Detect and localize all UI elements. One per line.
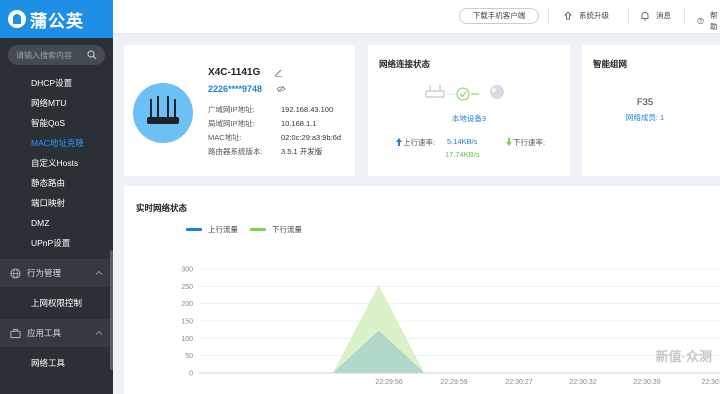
router-icon (147, 96, 179, 124)
upload-arrow-icon (396, 138, 402, 146)
x-tick-label: 22:29:56 (375, 379, 402, 386)
device-info-card: X4C-1141G 2226****9748 广域网IP地址: 192.168.4… (124, 45, 355, 176)
mesh-network-card: 智能组网 F35 网络成员: 1 (582, 45, 720, 176)
nav-item-dhcp[interactable]: DHCP设置 (0, 73, 113, 93)
search-icon[interactable] (87, 50, 97, 60)
internet-globe-icon (490, 85, 504, 99)
connection-diagram (425, 85, 504, 101)
nav-item-static-route[interactable]: 静态路由 (0, 173, 113, 193)
section-label: 应用工具 (27, 328, 62, 338)
router-image (133, 83, 193, 143)
help-icon (697, 17, 704, 25)
x-tick-label: 22:30:3 (701, 379, 720, 386)
mesh-members-link[interactable]: 网络成员: 1 (582, 112, 708, 123)
top-bar: 下载手机客户端 系统升级 消息 帮助 (113, 0, 720, 34)
info-row-version: 路由器系统版本: 3.5.1 开发版 (208, 147, 323, 156)
mesh-network-name: F35 (636, 97, 654, 108)
device-name: X4C-1141G (208, 67, 261, 78)
local-device-link[interactable]: 本地设备3 (368, 113, 570, 124)
upgrade-label: 系统升级 (579, 11, 609, 20)
mesh-title: 智能组网 (593, 59, 628, 69)
series-area-1 (199, 286, 694, 373)
briefcase-icon (10, 328, 21, 338)
y-tick-label: 100 (181, 336, 193, 343)
y-tick-label: 0 (189, 371, 193, 378)
device-serial: 2226****9748 (208, 84, 263, 94)
messages-label: 消息 (656, 11, 671, 20)
nav-item-access-control[interactable]: 上网权限控制 (0, 293, 113, 313)
nav-item-mtu[interactable]: 网络MTU (0, 93, 113, 113)
divider (628, 8, 629, 24)
upload-label: 上行速率: (403, 138, 436, 147)
download-app-button[interactable]: 下载手机客户端 (459, 8, 539, 24)
nav-item-network-tools[interactable]: 网络工具 (0, 353, 113, 373)
realtime-network-card: 实时网络状态 上行流量 下行流量 0 50 100 150 200 250 300 22:29… (124, 186, 720, 394)
x-tick-label: 22:30:39 (633, 379, 660, 386)
sidebar-scrollbar[interactable] (110, 250, 113, 370)
nav-item-dmz[interactable]: DMZ (0, 213, 113, 233)
sidebar-search (8, 45, 105, 65)
network-status-card: 网络连接状态 本地设备3 上行速率: 5.14KB/s 下行速率: 17.74K… (368, 45, 570, 176)
system-upgrade-button[interactable]: 系统升级 (563, 10, 609, 21)
divider (684, 8, 685, 24)
search-input[interactable] (16, 50, 87, 60)
y-tick-label: 200 (181, 301, 193, 308)
series-line-0 (199, 330, 694, 374)
chevron-up-icon (95, 330, 103, 335)
y-tick-label: 300 (181, 267, 193, 274)
upgrade-icon (563, 10, 573, 19)
info-row-wan-ip: 广域网IP地址: 192.168.43.100 (208, 105, 334, 114)
help-button[interactable]: 帮助 (697, 10, 720, 32)
section-app-tools[interactable]: 应用工具 (0, 319, 113, 347)
download-value: 17.74KB/s (445, 150, 480, 159)
router-device-icon (425, 85, 445, 98)
download-arrow-icon (506, 138, 512, 146)
upload-value: 5.14KB/s (447, 137, 478, 146)
y-tick-label: 250 (181, 284, 193, 291)
help-label: 帮助 (710, 11, 718, 31)
sidebar: 蒲公英 DHCP设置 网络MTU 智能QoS MAC地址克隆 自定义Hosts … (0, 0, 113, 394)
nav-list: DHCP设置 网络MTU 智能QoS MAC地址克隆 自定义Hosts 静态路由… (0, 73, 113, 253)
y-tick-label: 50 (185, 353, 193, 360)
series-line-1 (199, 285, 694, 374)
network-status-title: 网络连接状态 (379, 59, 431, 69)
traffic-chart: 0 50 100 150 200 250 300 22:29:56 22:29:59 22:30:… (181, 267, 720, 386)
nav-item-qos[interactable]: 智能QoS (0, 113, 113, 133)
eye-hidden-icon[interactable] (276, 85, 286, 93)
nav-item-hosts[interactable]: 自定义Hosts (0, 153, 113, 173)
brand-name: 蒲公英 (30, 11, 84, 31)
section-label: 行为管理 (27, 268, 62, 278)
bell-icon (641, 11, 649, 20)
chevron-up-icon (95, 270, 103, 275)
section-behavior-management[interactable]: 行为管理 (0, 259, 113, 287)
globe-icon (10, 267, 21, 279)
info-row-mac: MAC地址: 02:0c:29:a3:9b:6d (208, 133, 342, 142)
x-tick-label: 22:30:27 (505, 379, 532, 386)
nav-item-upnp[interactable]: UPnP设置 (0, 233, 113, 253)
y-tick-label: 150 (181, 319, 193, 326)
messages-button[interactable]: 消息 (640, 10, 671, 21)
download-label: 下行速率: (513, 138, 546, 147)
nav-item-port-mapping[interactable]: 端口映射 (0, 193, 113, 213)
edit-icon[interactable] (274, 68, 283, 77)
x-tick-label: 22:30:32 (569, 379, 596, 386)
check-icon (456, 87, 470, 101)
logo[interactable]: 蒲公英 (0, 0, 113, 38)
divider (548, 8, 549, 24)
series-area-0 (199, 331, 694, 373)
x-tick-label: 22:29:59 (440, 379, 467, 386)
watermark: 新值·众测 (655, 349, 712, 364)
info-row-lan-ip: 局域网IP地址: 10.168.1.1 (208, 119, 317, 128)
nav-item-mac-clone[interactable]: MAC地址克隆 (0, 133, 113, 153)
dandelion-logo-icon (8, 10, 26, 28)
